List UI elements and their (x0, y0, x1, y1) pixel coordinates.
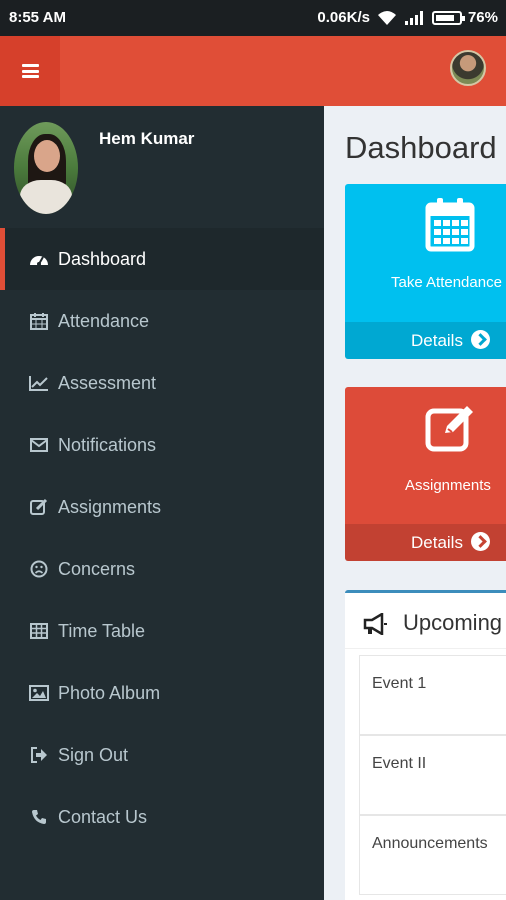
user-name: Hem Kumar (99, 129, 195, 148)
network-speed: 0.06K/s (317, 9, 370, 26)
edit-icon (425, 406, 473, 452)
sidebar-menu: Dashboard Attendance Assessment Notifica… (0, 228, 324, 848)
event-title: Event 1 (372, 675, 427, 692)
sidebar-item-time-table[interactable]: Time Table (0, 600, 324, 662)
envelope-icon (28, 434, 50, 456)
frown-icon (28, 558, 50, 580)
sidebar-item-label: Assignments (58, 496, 162, 517)
sidebar-item-label: Attendance (58, 310, 150, 331)
sidebar-item-label: Sign Out (58, 744, 129, 765)
list-item[interactable]: Event II (359, 735, 506, 815)
list-item[interactable]: Announcements (359, 815, 506, 895)
upcoming-panel: Upcoming Event 1 Event II Announcements (345, 590, 506, 900)
sign-out-icon (28, 744, 50, 766)
details-label: Details (411, 533, 463, 552)
menu-toggle-button[interactable] (0, 36, 60, 106)
sidebar-item-label: Time Table (58, 620, 146, 641)
upcoming-header: Upcoming (345, 593, 506, 649)
status-right: 0.06K/s 76% (317, 9, 498, 26)
page-title: Dashboard (345, 130, 497, 165)
picture-icon (28, 682, 50, 704)
top-header (0, 36, 506, 106)
line-chart-icon (28, 372, 50, 394)
sidebar-item-label: Assessment (58, 372, 157, 393)
details-link[interactable]: Details (345, 322, 506, 359)
main-content: Dashboard Take Attendance Details Assign… (324, 106, 506, 900)
take-attendance-card[interactable]: Take Attendance Details (345, 184, 506, 359)
status-time: 8:55 AM (9, 9, 66, 26)
sidebar-item-concerns[interactable]: Concerns (0, 538, 324, 600)
user-profile: Hem Kumar (0, 106, 324, 228)
sidebar-item-attendance[interactable]: Attendance (0, 290, 324, 352)
card-label: Assignments (405, 477, 491, 494)
list-item[interactable]: Event 1 (359, 655, 506, 735)
details-label: Details (411, 331, 463, 350)
status-bar: 8:55 AM 0.06K/s 76% (0, 0, 506, 36)
phone-icon (28, 806, 50, 828)
event-title: Event II (372, 755, 427, 772)
battery-level: 76% (467, 9, 498, 26)
details-link[interactable]: Details (345, 524, 506, 561)
sidebar: Hem Kumar Dashboard Attendance Assessmen… (0, 106, 324, 900)
megaphone-icon (363, 613, 387, 635)
event-title: Announcements (372, 835, 488, 852)
dashboard-icon (28, 248, 50, 270)
sidebar-item-label: Photo Album (58, 682, 161, 703)
calendar-icon (28, 310, 50, 332)
edit-icon (28, 496, 50, 518)
calendar-icon (425, 198, 475, 252)
hamburger-icon (21, 64, 39, 78)
card-label: Take Attendance (391, 274, 502, 291)
wifi-icon (377, 10, 396, 25)
table-icon (28, 620, 50, 642)
sidebar-item-dashboard[interactable]: Dashboard (0, 228, 324, 290)
assignments-card[interactable]: Assignments Details (345, 387, 506, 561)
signal-icon (404, 10, 423, 25)
battery-icon (431, 10, 465, 25)
sidebar-item-sign-out[interactable]: Sign Out (0, 724, 324, 786)
sidebar-item-photo-album[interactable]: Photo Album (0, 662, 324, 724)
arrow-circle-right-icon (471, 532, 490, 551)
sidebar-item-assignments[interactable]: Assignments (0, 476, 324, 538)
sidebar-item-label: Dashboard (58, 248, 147, 269)
sidebar-item-notifications[interactable]: Notifications (0, 414, 324, 476)
sidebar-item-assessment[interactable]: Assessment (0, 352, 324, 414)
sidebar-item-label: Contact Us (58, 806, 148, 827)
sidebar-item-contact-us[interactable]: Contact Us (0, 786, 324, 848)
user-avatar[interactable] (450, 50, 486, 86)
arrow-circle-right-icon (471, 330, 490, 349)
upcoming-title: Upcoming (403, 610, 503, 635)
profile-avatar (14, 122, 78, 214)
sidebar-item-label: Notifications (58, 434, 157, 455)
sidebar-item-label: Concerns (58, 558, 136, 579)
